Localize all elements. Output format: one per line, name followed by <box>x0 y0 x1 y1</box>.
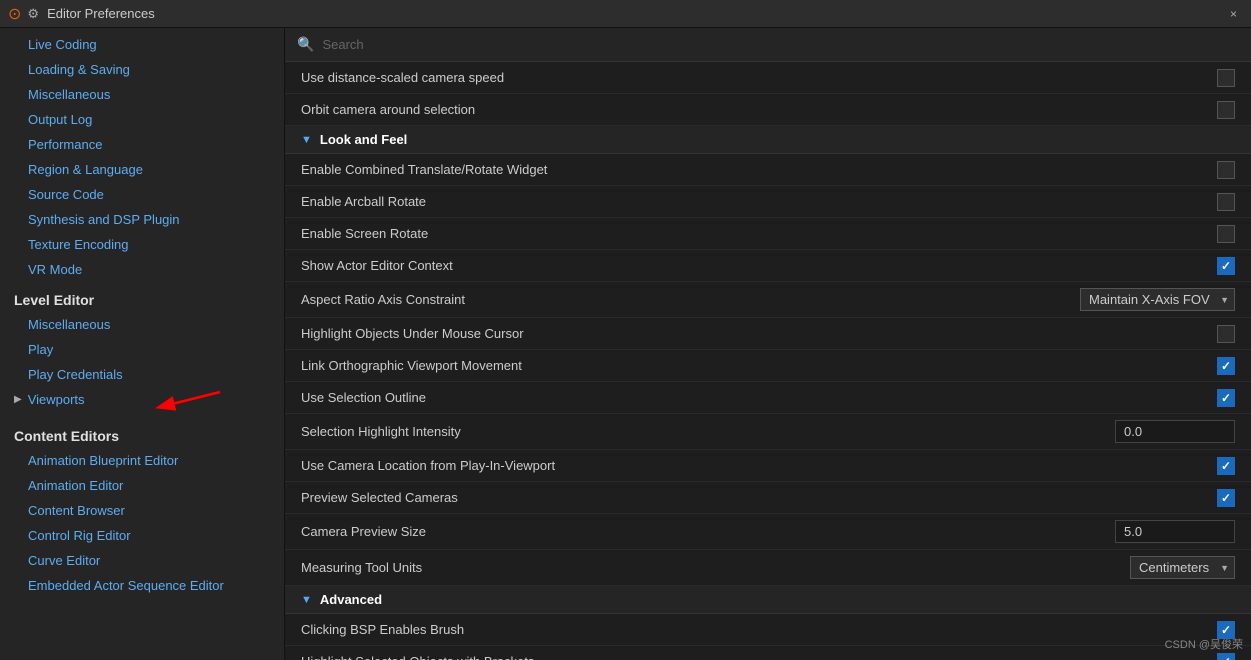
settings-list: Use distance-scaled camera speed Orbit c… <box>285 62 1251 660</box>
dropdown-aspect-ratio-wrapper: Maintain X-Axis FOV Maintain Y-Axis FOV … <box>1080 288 1235 311</box>
advanced-header[interactable]: ▼ Advanced <box>285 586 1251 614</box>
sidebar-item-play[interactable]: Play <box>0 337 284 362</box>
sidebar-item-region-language[interactable]: Region & Language <box>0 157 284 182</box>
checkbox-arcball-rotate[interactable] <box>1217 193 1235 211</box>
red-arrow-brackets <box>1247 649 1251 660</box>
setting-row-highlight-brackets: Highlight Selected Objects with Brackets <box>285 646 1251 660</box>
content-editors-section-header: Content Editors <box>0 418 284 448</box>
advanced-title: Advanced <box>320 592 382 607</box>
sidebar-item-viewports[interactable]: ▶ Viewports <box>0 387 284 412</box>
search-bar: 🔍 <box>285 28 1251 62</box>
setting-row-preview-cameras: Preview Selected Cameras <box>285 482 1251 514</box>
checkbox-preview-cameras[interactable] <box>1217 489 1235 507</box>
search-icon: 🔍 <box>297 36 314 53</box>
setting-row-aspect-ratio: Aspect Ratio Axis Constraint Maintain X-… <box>285 282 1251 318</box>
sidebar-item-vr-mode[interactable]: VR Mode <box>0 257 284 282</box>
dropdown-measuring-tool[interactable]: Centimeters Meters Feet Inches <box>1130 556 1235 579</box>
setting-row-link-ortho: Link Orthographic Viewport Movement <box>285 350 1251 382</box>
setting-row-use-selection-outline: Use Selection Outline <box>285 382 1251 414</box>
title-bar: ⊙ ⚙ Editor Preferences × <box>0 0 1251 28</box>
setting-row-camera-preview-size: Camera Preview Size <box>285 514 1251 550</box>
sidebar-item-animation-blueprint-editor[interactable]: Animation Blueprint Editor <box>0 448 284 473</box>
dropdown-aspect-ratio[interactable]: Maintain X-Axis FOV Maintain Y-Axis FOV … <box>1080 288 1235 311</box>
setting-row-measuring-tool: Measuring Tool Units Centimeters Meters … <box>285 550 1251 586</box>
close-button[interactable]: × <box>1224 5 1243 23</box>
sidebar-item-curve-editor[interactable]: Curve Editor <box>0 548 284 573</box>
setting-row-arcball-rotate: Enable Arcball Rotate <box>285 186 1251 218</box>
checkbox-camera-location[interactable] <box>1217 457 1235 475</box>
menu-icon: ⚙ <box>27 6 39 22</box>
setting-row-combined-translate: Enable Combined Translate/Rotate Widget <box>285 154 1251 186</box>
checkbox-screen-rotate[interactable] <box>1217 225 1235 243</box>
setting-row-show-actor-editor: Show Actor Editor Context <box>285 250 1251 282</box>
setting-row-clicking-bsp: Clicking BSP Enables Brush <box>285 614 1251 646</box>
look-and-feel-header[interactable]: ▼ Look and Feel <box>285 126 1251 154</box>
sidebar-item-content-browser[interactable]: Content Browser <box>0 498 284 523</box>
app-logo: ⊙ <box>8 4 21 24</box>
setting-row-screen-rotate: Enable Screen Rotate <box>285 218 1251 250</box>
sidebar-item-source-code[interactable]: Source Code <box>0 182 284 207</box>
checkbox-use-selection-outline[interactable] <box>1217 389 1235 407</box>
title-bar-title: Editor Preferences <box>47 6 1224 21</box>
sidebar: Live Coding Loading & Saving Miscellaneo… <box>0 28 285 660</box>
watermark: CSDN @吴俊荣 <box>1165 636 1243 652</box>
sidebar-item-live-coding[interactable]: Live Coding <box>0 32 284 57</box>
sidebar-item-control-rig-editor[interactable]: Control Rig Editor <box>0 523 284 548</box>
sidebar-item-synthesis-dsp[interactable]: Synthesis and DSP Plugin <box>0 207 284 232</box>
setting-row-selection-highlight: Selection Highlight Intensity <box>285 414 1251 450</box>
sidebar-item-loading-saving[interactable]: Loading & Saving <box>0 57 284 82</box>
input-selection-highlight[interactable] <box>1115 420 1235 443</box>
content-area: 🔍 Use distance-scaled camera speed Orbit… <box>285 28 1251 660</box>
look-and-feel-title: Look and Feel <box>320 132 407 147</box>
setting-row-camera-location: Use Camera Location from Play-In-Viewpor… <box>285 450 1251 482</box>
search-input[interactable] <box>322 37 1239 52</box>
look-and-feel-toggle-icon: ▼ <box>301 134 312 146</box>
dropdown-measuring-tool-wrapper: Centimeters Meters Feet Inches <box>1130 556 1235 579</box>
checkbox-link-ortho[interactable] <box>1217 357 1235 375</box>
checkbox-distance-camera[interactable] <box>1217 69 1235 87</box>
sidebar-item-texture-encoding[interactable]: Texture Encoding <box>0 232 284 257</box>
checkbox-highlight-brackets[interactable] <box>1217 653 1235 660</box>
sidebar-item-play-credentials[interactable]: Play Credentials <box>0 362 284 387</box>
setting-row-highlight-mouse: Highlight Objects Under Mouse Cursor <box>285 318 1251 350</box>
setting-row-distance-camera: Use distance-scaled camera speed <box>285 62 1251 94</box>
sidebar-item-embedded-actor-sequence-editor[interactable]: Embedded Actor Sequence Editor <box>0 573 284 598</box>
level-editor-section-header: Level Editor <box>0 282 284 312</box>
sidebar-item-performance[interactable]: Performance <box>0 132 284 157</box>
sidebar-item-output-log[interactable]: Output Log <box>0 107 284 132</box>
checkbox-show-actor-editor[interactable] <box>1217 257 1235 275</box>
arrow-icon: ▶ <box>14 394 22 405</box>
input-camera-preview-size[interactable] <box>1115 520 1235 543</box>
advanced-toggle-icon: ▼ <box>301 594 312 606</box>
sidebar-item-animation-editor[interactable]: Animation Editor <box>0 473 284 498</box>
checkbox-orbit-camera[interactable] <box>1217 101 1235 119</box>
sidebar-item-miscellaneous-general[interactable]: Miscellaneous <box>0 82 284 107</box>
sidebar-item-misc-le[interactable]: Miscellaneous <box>0 312 284 337</box>
setting-row-orbit-camera: Orbit camera around selection <box>285 94 1251 126</box>
checkbox-highlight-mouse[interactable] <box>1217 325 1235 343</box>
viewports-label: Viewports <box>28 392 85 407</box>
checkbox-combined-translate[interactable] <box>1217 161 1235 179</box>
